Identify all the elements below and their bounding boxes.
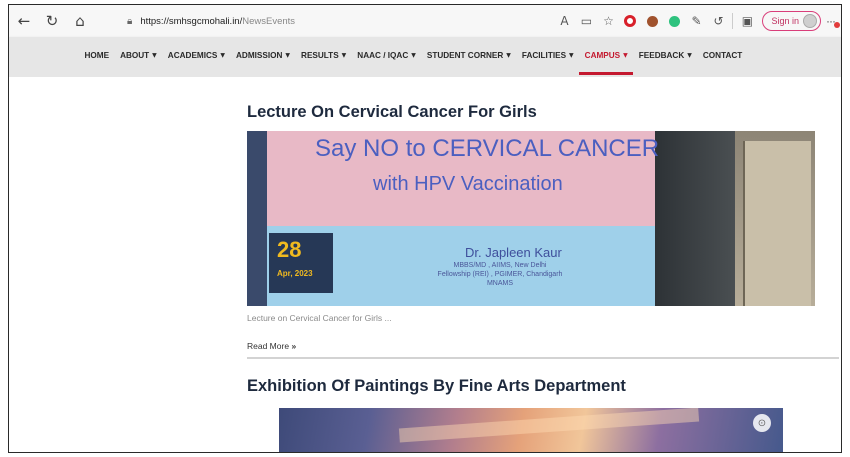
chevron-down-icon: ▼ <box>220 51 226 59</box>
nav-item-about[interactable]: ABOUT ▼ <box>115 37 163 73</box>
nav-item-student-corner[interactable]: STUDENT CORNER ▼ <box>421 37 516 73</box>
notification-dot <box>834 22 840 28</box>
nav-item-naac-iqac[interactable]: NAAC / IQAC ▼ <box>352 37 422 73</box>
address-bar[interactable]: 🔒︎ https://smhsgcmohali.in/NewsEvents <box>127 11 295 31</box>
nav-item-contact[interactable]: CONTACT <box>697 37 747 73</box>
article-title[interactable]: Exhibition Of Paintings By Fine Arts Dep… <box>247 377 626 396</box>
collections-icon[interactable]: ▣ <box>736 10 758 32</box>
zoom-icon[interactable]: ⊙ <box>753 414 771 432</box>
date-badge: 28 Apr, 2023 <box>269 233 333 293</box>
double-chevron-icon: » <box>291 341 297 351</box>
date-day: 28 <box>277 237 302 262</box>
add-favorite-icon[interactable]: ☆ <box>597 10 619 32</box>
banner-headline: Say NO to CERVICAL CANCER <box>315 135 660 162</box>
chevron-down-icon: ▼ <box>687 51 692 59</box>
article-image[interactable]: Say NO to CERVICAL CANCER with HPV Vacci… <box>247 131 815 306</box>
nav-item-academics[interactable]: ACADEMICS ▼ <box>162 37 230 73</box>
chevron-down-icon: ▼ <box>341 51 347 59</box>
reload-icon[interactable]: ↻ <box>41 10 63 32</box>
news-events-content: Lecture On Cervical Cancer For Girls Say… <box>9 77 841 452</box>
feather-extension-icon[interactable]: ✎ <box>685 10 707 32</box>
opera-extension-icon[interactable] <box>619 10 641 32</box>
back-icon[interactable]: ← <box>13 10 35 32</box>
url-path: NewsEvents <box>242 15 296 27</box>
chevron-down-icon: ▼ <box>152 51 157 59</box>
banner-credentials: MBBS/MD , AIIMS, New Delhi Fellowship (R… <box>437 262 563 287</box>
extension-toolbar: A ▭ ☆ ✎ ↺ ▣ Sign in ··· <box>553 10 836 32</box>
nav-item-campus[interactable]: CAMPUS ▼ <box>579 37 634 75</box>
cookie-extension-icon[interactable] <box>641 10 663 32</box>
article-divider <box>247 357 839 359</box>
nav-menu: HOME ABOUT ▼ ACADEMICS ▼ ADMISSION ▼ RESULTS ▼ NA… <box>79 37 748 75</box>
chevron-down-icon: ▼ <box>285 51 291 59</box>
lock-icon: 🔒︎ <box>127 15 133 27</box>
date-month: Apr, 2023 <box>277 269 313 278</box>
read-more-link[interactable]: Read More » <box>247 341 296 351</box>
nav-item-results[interactable]: RESULTS ▼ <box>296 37 352 73</box>
avatar-icon <box>803 14 817 28</box>
chevron-down-icon: ▼ <box>506 51 511 59</box>
nav-item-admission[interactable]: ADMISSION ▼ <box>231 37 296 73</box>
nav-item-feedback[interactable]: FEEDBACK ▼ <box>633 37 697 73</box>
article-excerpt: Lecture on Cervical Cancer for Girls ... <box>247 313 392 323</box>
banner-doctor-name: Dr. Japleen Kaur <box>465 245 562 260</box>
sign-in-button[interactable]: Sign in <box>762 11 821 31</box>
nav-item-facilities[interactable]: FACILITIES ▼ <box>516 37 579 73</box>
green-extension-icon[interactable] <box>663 10 685 32</box>
nav-item-home[interactable]: HOME <box>79 37 115 73</box>
banner-subheadline: with HPV Vaccination <box>373 173 563 195</box>
chevron-down-icon: ▼ <box>411 51 416 59</box>
article-title[interactable]: Lecture On Cervical Cancer For Girls <box>247 103 537 122</box>
browser-toolbar: ← ↻ ⌂ 🔒︎ https://smhsgcmohali.in/NewsEve… <box>9 5 841 37</box>
url-host: https://smhsgcmohali.in/ <box>140 15 243 27</box>
reader-view-icon[interactable]: ▭ <box>575 10 597 32</box>
chevron-down-icon: ▼ <box>623 51 628 59</box>
read-aloud-icon[interactable]: A <box>553 10 575 32</box>
home-icon[interactable]: ⌂ <box>69 10 91 32</box>
refresh-extension-icon[interactable]: ↺ <box>707 10 729 32</box>
chevron-down-icon: ▼ <box>569 51 574 59</box>
sign-in-label: Sign in <box>771 16 799 26</box>
site-navigation: HOME ABOUT ▼ ACADEMICS ▼ ADMISSION ▼ RESULTS ▼ NA… <box>9 37 841 77</box>
article-image[interactable]: ⊙ <box>279 408 783 452</box>
browser-window: ← ↻ ⌂ 🔒︎ https://smhsgcmohali.in/NewsEve… <box>8 4 842 453</box>
